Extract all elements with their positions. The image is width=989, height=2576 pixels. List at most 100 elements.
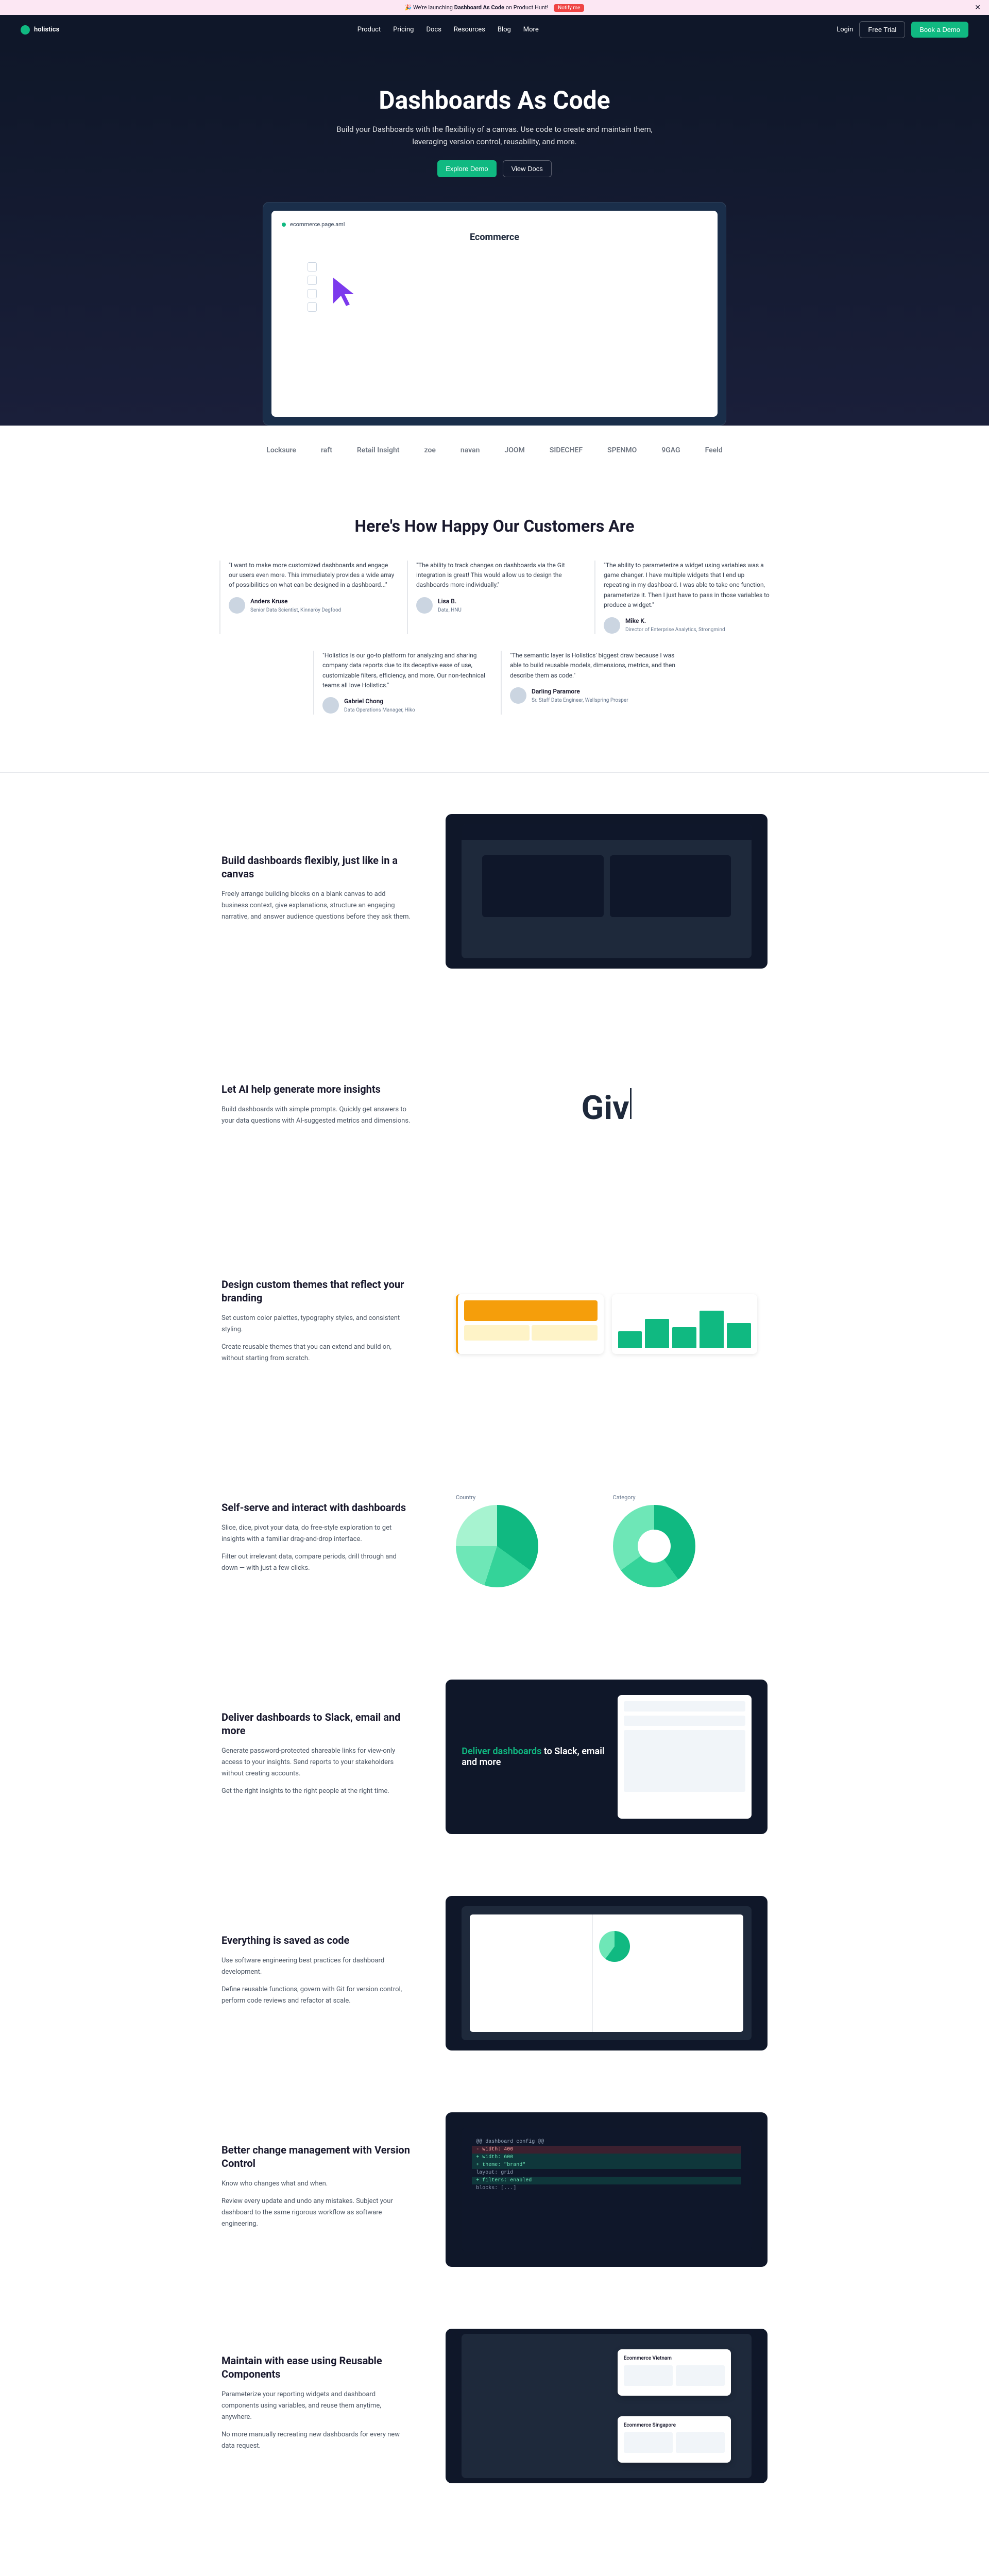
ai-typing-text: Giv bbox=[582, 1089, 629, 1127]
feature-desc: Freely arrange building blocks on a blan… bbox=[221, 889, 413, 923]
feature-image: Deliver dashboards to Slack, email and m… bbox=[446, 1680, 768, 1834]
tool-icon[interactable] bbox=[308, 262, 317, 272]
feature-image bbox=[446, 1247, 768, 1401]
testimonial: "Holistics is our go-to platform for ana… bbox=[313, 651, 488, 715]
canvas-preview bbox=[462, 824, 752, 958]
announcement-badge[interactable]: Notify me bbox=[554, 4, 584, 12]
book-demo-button[interactable]: Book a Demo bbox=[911, 22, 968, 38]
feature-title: Maintain with ease using Reusable Compon… bbox=[221, 2354, 413, 2381]
hero-buttons: Explore Demo View Docs bbox=[10, 160, 979, 177]
testimonial-text: "I want to make more customized dashboar… bbox=[229, 561, 395, 590]
testimonial: "I want to make more customized dashboar… bbox=[219, 561, 395, 634]
theme-preview bbox=[446, 1284, 768, 1364]
free-trial-button[interactable]: Free Trial bbox=[859, 21, 905, 38]
testimonial-name: Mike K. bbox=[625, 616, 725, 626]
testimonial-text: "The semantic layer is Holistics' bigges… bbox=[510, 651, 676, 681]
feature-desc: Know who changes what and when. bbox=[221, 2178, 413, 2190]
interact-preview: Country Category bbox=[446, 1484, 768, 1598]
customer-logo: zoe bbox=[424, 446, 435, 454]
feature-image: Giv bbox=[446, 1030, 768, 1185]
announcement-highlight: Dashboard As Code bbox=[454, 4, 504, 11]
testimonial-author: Gabriel Chong Data Operations Manager, H… bbox=[322, 697, 488, 715]
hero-subtitle: Build your Dashboards with the flexibili… bbox=[335, 123, 654, 148]
code-preview bbox=[462, 1906, 752, 2040]
theme-card bbox=[612, 1294, 758, 1354]
feature-desc: Set custom color palettes, typography st… bbox=[221, 1313, 413, 1335]
feature-ai: Let AI help generate more insights Build… bbox=[211, 1030, 778, 1185]
feature-desc: Use software engineering best practices … bbox=[221, 1955, 413, 1978]
feature-title: Build dashboards flexibly, just like in … bbox=[221, 854, 413, 880]
feature-title: Design custom themes that reflect your b… bbox=[221, 1278, 413, 1304]
testimonial-text: "The ability to track changes on dashboa… bbox=[416, 561, 582, 590]
nav-link[interactable]: Docs bbox=[426, 26, 441, 33]
nav-link[interactable]: Blog bbox=[498, 26, 511, 33]
feature-desc: Filter out irrelevant data, compare peri… bbox=[221, 1551, 413, 1574]
announcement-prefix: 🎉 We're launching bbox=[405, 4, 453, 11]
testimonial-name: Anders Kruse bbox=[250, 597, 341, 606]
nav-link[interactable]: Pricing bbox=[393, 26, 414, 33]
avatar bbox=[416, 597, 433, 614]
testimonial-role: Director of Enterprise Analytics, Strong… bbox=[625, 626, 725, 634]
avatar bbox=[322, 697, 339, 714]
preview-filename: ecommerce.page.aml bbox=[290, 221, 345, 228]
feature-desc: Parameterize your reporting widgets and … bbox=[221, 2389, 413, 2423]
tool-icon[interactable] bbox=[308, 276, 317, 285]
tool-icon[interactable] bbox=[308, 289, 317, 298]
hero: Dashboards As Code Build your Dashboards… bbox=[0, 44, 989, 426]
close-icon[interactable]: ✕ bbox=[975, 4, 981, 12]
testimonial-role: Senior Data Scientist, Kinnaröy Degfood bbox=[250, 606, 341, 615]
view-docs-button[interactable]: View Docs bbox=[503, 160, 552, 177]
testimonial-role: Data, HNU bbox=[438, 606, 462, 615]
nav-link[interactable]: Product bbox=[357, 26, 381, 33]
testimonial-author: Mike K. Director of Enterprise Analytics… bbox=[604, 616, 770, 634]
reusable-preview: Ecommerce Vietnam Ecommerce Singapore bbox=[462, 2334, 752, 2478]
card-title: Ecommerce Vietnam bbox=[624, 2355, 725, 2361]
feature-interact: Self-serve and interact with dashboards … bbox=[211, 1463, 778, 1618]
customer-logo: SPENMO bbox=[607, 446, 637, 454]
feature-desc: Build dashboards with simple prompts. Qu… bbox=[221, 1104, 413, 1127]
chart-label: Category bbox=[613, 1494, 758, 1501]
feature-title: Everything is saved as code bbox=[221, 1934, 413, 1947]
testimonial-name: Gabriel Chong bbox=[344, 697, 415, 706]
customer-logo: raft bbox=[321, 446, 332, 454]
feature-reusable: Maintain with ease using Reusable Compon… bbox=[211, 2329, 778, 2483]
feature-desc: Define reusable functions, govern with G… bbox=[221, 1984, 413, 2007]
dot-icon bbox=[282, 223, 286, 227]
login-link[interactable]: Login bbox=[837, 26, 853, 33]
feature-theme: Design custom themes that reflect your b… bbox=[211, 1247, 778, 1401]
features-section: Build dashboards flexibly, just like in … bbox=[0, 773, 989, 2576]
deliver-caption: Deliver dashboards to Slack, email and m… bbox=[462, 1746, 605, 1768]
nav-link[interactable]: Resources bbox=[454, 26, 485, 33]
card-title: Ecommerce Singapore bbox=[624, 2422, 725, 2428]
testimonial-name: Darling Paramore bbox=[532, 687, 628, 697]
testimonial: "The ability to track changes on dashboa… bbox=[407, 561, 582, 634]
announcement-suffix: on Product Hunt! bbox=[506, 4, 549, 11]
nav-link[interactable]: More bbox=[523, 26, 539, 33]
feature-desc: No more manually recreating new dashboar… bbox=[221, 2429, 413, 2452]
avatar bbox=[229, 597, 245, 614]
explore-demo-button[interactable]: Explore Demo bbox=[437, 160, 496, 177]
customer-logo: Feeld bbox=[705, 446, 723, 454]
avatar bbox=[510, 687, 526, 704]
feature-desc: Generate password-protected shareable li… bbox=[221, 1745, 413, 1780]
logo-text: holistics bbox=[34, 26, 59, 33]
testimonials-title: Here's How Happy Our Customers Are bbox=[10, 516, 979, 536]
mini-pie-icon bbox=[599, 1931, 630, 1962]
testimonial: "The ability to parameterize a widget us… bbox=[594, 561, 770, 634]
pie-chart bbox=[456, 1505, 538, 1587]
testimonial-name: Lisa B. bbox=[438, 597, 462, 606]
feature-image: Ecommerce Vietnam Ecommerce Singapore bbox=[446, 2329, 768, 2483]
preview-file-header: ecommerce.page.aml bbox=[282, 221, 707, 228]
theme-card bbox=[456, 1294, 604, 1354]
hero-preview: ecommerce.page.aml Ecommerce bbox=[263, 202, 726, 426]
testimonial-role: Sr. Staff Data Engineer, Wellspring Pros… bbox=[532, 697, 628, 705]
testimonial-role: Data Operations Manager, Hiko bbox=[344, 706, 415, 715]
testimonials-section: Here's How Happy Our Customers Are "I wa… bbox=[0, 475, 989, 772]
announcement-bar: 🎉 We're launching Dashboard As Code on P… bbox=[0, 0, 989, 15]
feature-desc: Review every update and undo any mistake… bbox=[221, 2196, 413, 2230]
feature-image: @@ dashboard config @@ - width: 400 + wi… bbox=[446, 2112, 768, 2267]
logo[interactable]: holistics bbox=[21, 25, 59, 35]
tool-icon[interactable] bbox=[308, 302, 317, 312]
feature-title: Let AI help generate more insights bbox=[221, 1082, 413, 1096]
preview-title: Ecommerce bbox=[282, 232, 707, 243]
